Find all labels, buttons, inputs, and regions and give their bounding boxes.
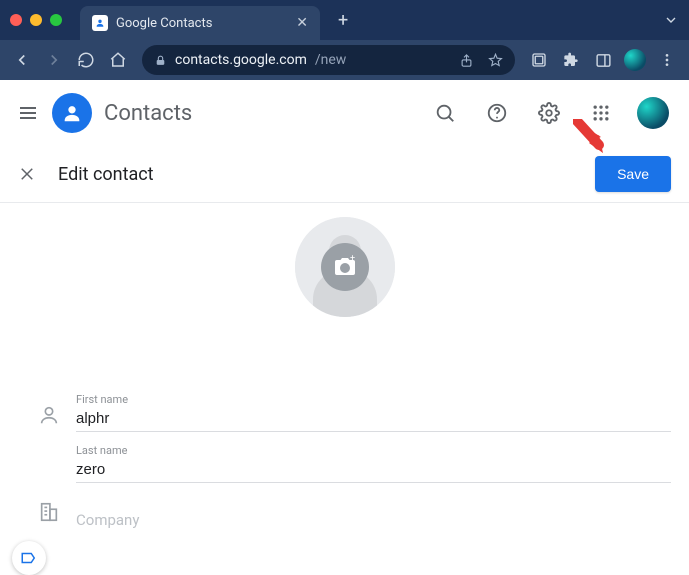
kebab-menu-icon[interactable] bbox=[653, 46, 681, 74]
url-bar[interactable]: contacts.google.com/new bbox=[142, 45, 515, 75]
content: + First name Last name bbox=[0, 203, 689, 529]
tabs-dropdown-icon[interactable] bbox=[663, 12, 679, 28]
person-icon bbox=[38, 404, 62, 432]
profile-extension-avatar[interactable] bbox=[621, 46, 649, 74]
browser-tab[interactable]: Google Contacts ✕ bbox=[80, 6, 320, 40]
last-name-label: Last name bbox=[76, 444, 671, 457]
google-apps-button[interactable] bbox=[581, 93, 621, 133]
company-label: Company bbox=[76, 511, 671, 529]
help-button[interactable] bbox=[477, 93, 517, 133]
new-tab-button[interactable]: + bbox=[338, 10, 348, 31]
add-label-button[interactable] bbox=[12, 541, 46, 575]
contact-form: First name Last name Company bbox=[0, 393, 689, 529]
svg-text:+: + bbox=[350, 255, 355, 264]
window-minimize-button[interactable] bbox=[30, 14, 42, 26]
share-icon[interactable] bbox=[459, 53, 474, 68]
tab-close-icon[interactable]: ✕ bbox=[296, 15, 308, 31]
save-button[interactable]: Save bbox=[595, 156, 671, 192]
bookmark-icon[interactable] bbox=[488, 53, 503, 68]
titlebar: Google Contacts ✕ + bbox=[0, 0, 689, 40]
company-icon bbox=[38, 501, 62, 529]
edit-bar: Edit contact Save bbox=[0, 146, 689, 202]
reading-list-icon[interactable] bbox=[525, 46, 553, 74]
contact-photo-button[interactable]: + bbox=[295, 217, 395, 317]
account-avatar[interactable] bbox=[633, 93, 673, 133]
browser-chrome: Google Contacts ✕ + contacts.google.com/… bbox=[0, 0, 689, 80]
tab-title: Google Contacts bbox=[116, 16, 212, 31]
search-button[interactable] bbox=[425, 93, 465, 133]
contacts-logo bbox=[52, 93, 92, 133]
main-menu-button[interactable] bbox=[16, 101, 40, 125]
close-edit-button[interactable] bbox=[18, 165, 36, 183]
back-button[interactable] bbox=[8, 46, 36, 74]
first-name-input[interactable] bbox=[76, 408, 671, 432]
window-maximize-button[interactable] bbox=[50, 14, 62, 26]
sidepanel-icon[interactable] bbox=[589, 46, 617, 74]
forward-button[interactable] bbox=[40, 46, 68, 74]
extensions-icon[interactable] bbox=[557, 46, 585, 74]
reload-button[interactable] bbox=[72, 46, 100, 74]
app-title: Contacts bbox=[104, 101, 192, 126]
url-path: /new bbox=[315, 52, 346, 68]
settings-button[interactable] bbox=[529, 93, 569, 133]
camera-icon: + bbox=[321, 243, 369, 291]
url-domain: contacts.google.com bbox=[175, 52, 307, 68]
window-close-button[interactable] bbox=[10, 14, 22, 26]
lock-icon bbox=[154, 54, 167, 67]
first-name-label: First name bbox=[76, 393, 671, 406]
app-header: Contacts bbox=[0, 80, 689, 146]
edit-title: Edit contact bbox=[58, 164, 154, 185]
browser-toolbar: contacts.google.com/new bbox=[0, 40, 689, 80]
tab-favicon bbox=[92, 15, 108, 31]
home-button[interactable] bbox=[104, 46, 132, 74]
last-name-input[interactable] bbox=[76, 459, 671, 483]
window-controls bbox=[10, 14, 62, 26]
